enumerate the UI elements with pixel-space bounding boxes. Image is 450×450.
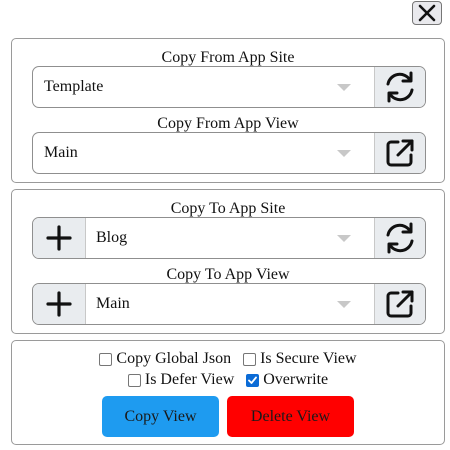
copy-global-json-box[interactable]	[99, 352, 113, 366]
chevron-down-icon	[337, 301, 351, 308]
plus-icon	[46, 291, 72, 317]
copy-from-panel: Copy From App Site Template Copy From Ap…	[11, 38, 445, 183]
copy-view-button[interactable]: Copy View	[102, 396, 219, 437]
copy-from-site-value-text: Template	[44, 78, 104, 95]
copy-to-panel: Copy To App Site Blog Copy To App View M…	[11, 189, 445, 334]
plus-icon	[46, 225, 72, 251]
refresh-icon	[386, 71, 414, 103]
is-defer-view-box[interactable]	[127, 373, 141, 387]
refresh-to-site-button[interactable]	[374, 218, 425, 258]
is-defer-view-label: Is Defer View	[144, 371, 235, 388]
copy-from-view-value[interactable]: Main	[33, 133, 374, 173]
copy-from-site-label: Copy From App Site	[161, 49, 295, 66]
copy-to-site-value[interactable]: Blog	[86, 218, 374, 258]
add-site-button[interactable]	[33, 218, 86, 258]
copy-global-json-checkbox[interactable]: Copy Global Json	[99, 350, 231, 368]
copy-global-json-label: Copy Global Json	[116, 350, 232, 367]
copy-to-site-label: Copy To App Site	[170, 200, 286, 217]
copy-from-view-value-text: Main	[44, 144, 78, 161]
copy-from-site-value[interactable]: Template	[33, 67, 374, 107]
is-defer-view-checkbox[interactable]: Is Defer View	[127, 371, 235, 389]
chevron-down-icon	[337, 150, 351, 157]
overwrite-box[interactable]	[246, 373, 260, 387]
add-view-button[interactable]	[33, 284, 86, 324]
chevron-down-icon	[337, 84, 351, 91]
copy-to-view-value[interactable]: Main	[86, 284, 374, 324]
copy-from-site-select[interactable]: Template	[32, 66, 426, 108]
copy-from-view-label: Copy From App View	[157, 115, 299, 132]
overwrite-label: Overwrite	[263, 371, 329, 388]
copy-to-view-select[interactable]: Main	[32, 283, 426, 325]
action-buttons: Copy View Delete View	[12, 396, 444, 437]
options-panel: Copy Global Json Is Secure View Is Defer…	[11, 340, 445, 445]
chevron-down-icon	[337, 235, 351, 242]
copy-to-view-value-text: Main	[96, 295, 130, 312]
options-row-1: Copy Global Json Is Secure View	[12, 350, 444, 368]
copy-from-view-select[interactable]: Main	[32, 132, 426, 174]
close-button[interactable]	[412, 1, 442, 25]
open-to-view-button[interactable]	[374, 284, 425, 324]
copy-to-view-label: Copy To App View	[166, 266, 290, 283]
refresh-from-site-button[interactable]	[374, 67, 425, 107]
checkmark-icon	[248, 376, 258, 384]
overwrite-checkbox[interactable]: Overwrite	[246, 371, 328, 389]
delete-view-button[interactable]: Delete View	[227, 396, 354, 437]
refresh-icon	[386, 222, 414, 254]
is-secure-view-label: Is Secure View	[260, 350, 357, 367]
open-external-icon	[386, 290, 414, 318]
options-row-2: Is Defer View Overwrite	[12, 371, 444, 389]
open-from-view-button[interactable]	[374, 133, 425, 173]
open-external-icon	[386, 139, 414, 167]
copy-to-site-value-text: Blog	[96, 229, 128, 246]
copy-to-site-select[interactable]: Blog	[32, 217, 426, 259]
is-secure-view-checkbox[interactable]: Is Secure View	[243, 350, 357, 368]
is-secure-view-box[interactable]	[243, 352, 257, 366]
close-icon	[418, 4, 436, 22]
